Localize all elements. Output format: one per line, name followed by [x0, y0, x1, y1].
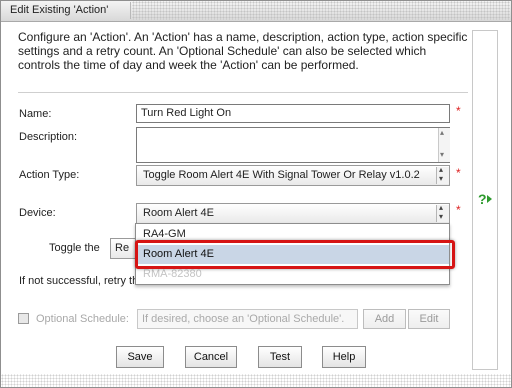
- help-button[interactable]: Help: [322, 346, 366, 368]
- cancel-button[interactable]: Cancel: [185, 346, 237, 368]
- divider: [18, 92, 468, 93]
- intro-description: Configure an 'Action'. An 'Action' has a…: [18, 30, 468, 72]
- action-type-select[interactable]: Toggle Room Alert 4E With Signal Tower O…: [136, 165, 450, 186]
- window-title: Edit Existing 'Action': [10, 4, 109, 16]
- device-select[interactable]: Room Alert 4E: [136, 203, 450, 224]
- title-separator: [130, 2, 131, 19]
- schedule-add-button[interactable]: Add: [363, 309, 406, 329]
- title-bar-grip[interactable]: [132, 1, 510, 20]
- retry-label: If not successful, retry th: [19, 275, 139, 287]
- description-textarea[interactable]: [136, 127, 450, 163]
- highlight-box: [135, 240, 455, 269]
- save-button[interactable]: Save: [116, 346, 164, 368]
- optional-schedule-label: Optional Schedule:: [36, 313, 129, 325]
- name-input[interactable]: Turn Red Light On: [136, 104, 450, 123]
- device-label: Device:: [19, 207, 56, 219]
- name-label: Name:: [19, 108, 52, 120]
- optional-schedule-select[interactable]: If desired, choose an 'Optional Schedule…: [137, 309, 358, 329]
- schedule-edit-button[interactable]: Edit: [408, 309, 450, 329]
- toggle-label: Toggle the: [49, 242, 100, 254]
- action-type-label: Action Type:: [19, 169, 80, 181]
- action-type-spinner-icon[interactable]: [436, 165, 449, 184]
- device-spinner-icon[interactable]: [436, 203, 449, 222]
- help-question-icon[interactable]: ?: [478, 191, 487, 207]
- test-button[interactable]: Test: [258, 346, 302, 368]
- name-required-mark: *: [456, 104, 461, 118]
- description-scrollbar[interactable]: [438, 128, 450, 162]
- action-type-required-mark: *: [456, 166, 461, 180]
- description-label: Description:: [19, 131, 78, 143]
- optional-schedule-checkbox[interactable]: [18, 313, 29, 324]
- bottom-grip: [1, 374, 511, 387]
- device-required-mark: *: [456, 203, 461, 217]
- help-arrow-icon[interactable]: [487, 195, 492, 203]
